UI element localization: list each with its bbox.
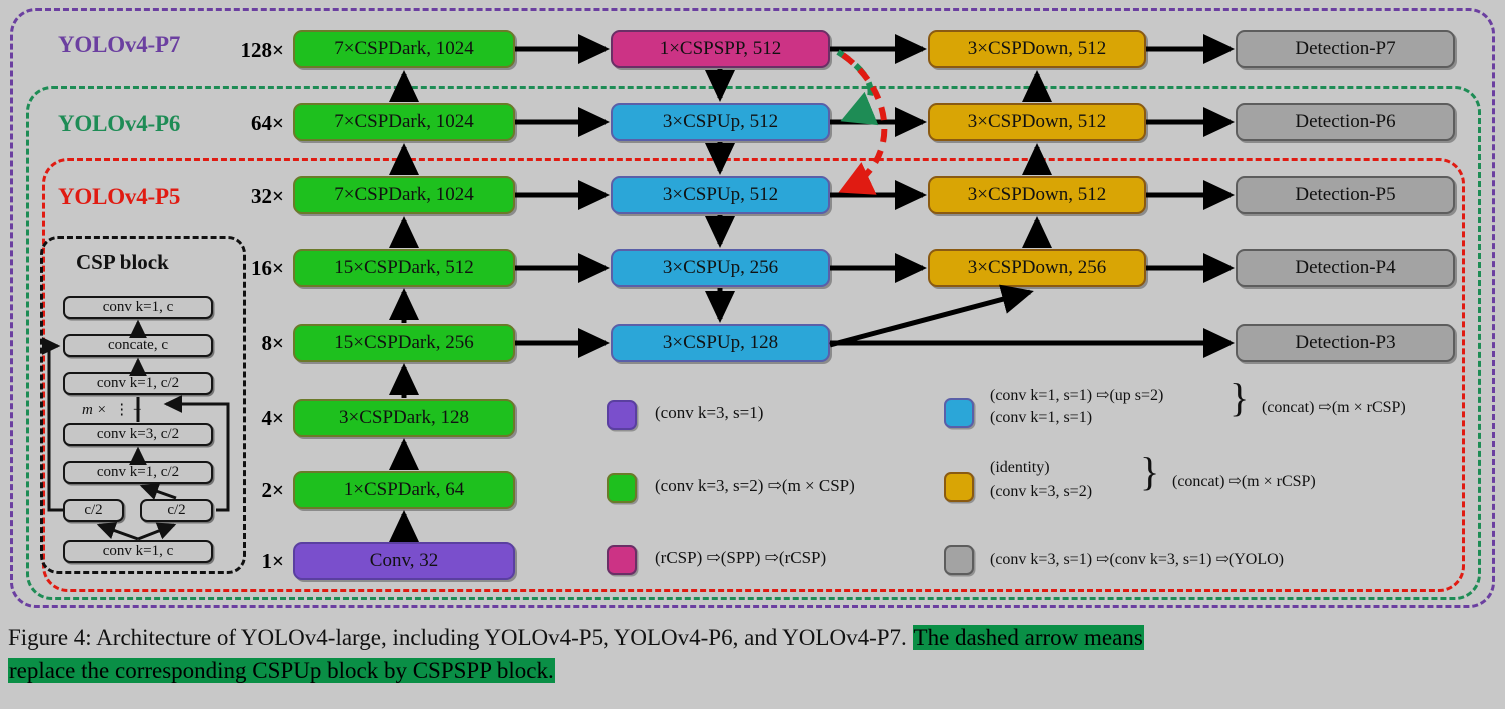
caption-plain-part: Figure 4: Architecture of YOLOv4-large, … xyxy=(8,625,913,650)
csp-block-title: CSP block xyxy=(76,250,169,274)
csp-block-panel xyxy=(40,236,246,574)
legend-brace-gold: } xyxy=(1140,449,1160,494)
legend-swatch-blue xyxy=(944,398,974,428)
neck-down-block-p4[interactable]: 3×CSPDown, 256 xyxy=(928,249,1146,287)
csp-row-conv-k1-c-top: conv k=1, c xyxy=(63,296,213,319)
figure-caption: Figure 4: Architecture of YOLOv4-large, … xyxy=(8,622,1500,687)
legend-swatch-grey xyxy=(944,545,974,575)
neck-up-block-cspup-p5[interactable]: 3×CSPUp, 512 xyxy=(611,176,830,214)
legend-text-gold-line2: (conv k=3, s=2) xyxy=(990,483,1093,500)
legend-swatch-green xyxy=(607,473,637,503)
scale-label-64x: 64× xyxy=(251,111,284,135)
legend-text-gold-line1: (identity) xyxy=(990,459,1050,476)
neck-up-block-cspspp[interactable]: 1×CSPSPP, 512 xyxy=(611,30,830,68)
neck-up-block-cspup-p3[interactable]: 3×CSPUp, 128 xyxy=(611,324,830,362)
csp-row-split-right: c/2 xyxy=(140,499,213,522)
legend-text-blue-line1: (conv k=1, s=1) ⇨(up s=2) xyxy=(990,387,1164,404)
legend-text-green: (conv k=3, s=2) ⇨(m × CSP) xyxy=(655,476,855,495)
detection-head-p4[interactable]: Detection-P4 xyxy=(1236,249,1455,287)
scale-label-32x: 32× xyxy=(251,184,284,208)
detection-head-p6[interactable]: Detection-P6 xyxy=(1236,103,1455,141)
backbone-block-conv32[interactable]: Conv, 32 xyxy=(293,542,515,580)
legend-swatch-gold xyxy=(944,472,974,502)
legend-swatch-magenta xyxy=(607,545,637,575)
backbone-block-2x[interactable]: 1×CSPDark, 64 xyxy=(293,471,515,509)
scope-label-yolov4-p6: YOLOv4-P6 xyxy=(58,111,181,136)
detection-head-p3[interactable]: Detection-P3 xyxy=(1236,324,1455,362)
scope-frame-yolov4-p5 xyxy=(42,158,1465,592)
neck-down-block-p5[interactable]: 3×CSPDown, 512 xyxy=(928,176,1146,214)
detection-head-p5[interactable]: Detection-P5 xyxy=(1236,176,1455,214)
legend-text-purple: (conv k=3, s=1) xyxy=(655,403,764,422)
csp-row-conv-k3-c2: conv k=3, c/2 xyxy=(63,423,213,446)
legend-text-gold-tail: (concat) ⇨(m × rCSP) xyxy=(1172,473,1316,490)
csp-row-conv-k1-c2-b: conv k=1, c/2 xyxy=(63,461,213,484)
caption-highlight-part-2: replace the corresponding CSPUp block by… xyxy=(8,657,555,683)
neck-down-block-p7[interactable]: 3×CSPDown, 512 xyxy=(928,30,1146,68)
backbone-block-4x[interactable]: 3×CSPDark, 128 xyxy=(293,399,515,437)
csp-repeat-marker: m × ⋮ + xyxy=(82,402,142,418)
scope-label-yolov4-p5: YOLOv4-P5 xyxy=(58,184,181,209)
backbone-block-p4[interactable]: 15×CSPDark, 512 xyxy=(293,249,515,287)
scale-label-128x: 128× xyxy=(240,38,284,62)
legend-swatch-purple xyxy=(607,400,637,430)
detection-head-p7[interactable]: Detection-P7 xyxy=(1236,30,1455,68)
backbone-block-p3[interactable]: 15×CSPDark, 256 xyxy=(293,324,515,362)
legend-brace-blue: } xyxy=(1230,375,1250,420)
backbone-block-p5[interactable]: 7×CSPDark, 1024 xyxy=(293,176,515,214)
neck-up-block-cspup-p4[interactable]: 3×CSPUp, 256 xyxy=(611,249,830,287)
backbone-block-p7[interactable]: 7×CSPDark, 1024 xyxy=(293,30,515,68)
csp-row-concate-c: concate, c xyxy=(63,334,213,357)
legend-text-magenta: (rCSP) ⇨(SPP) ⇨(rCSP) xyxy=(655,548,827,567)
backbone-block-p6[interactable]: 7×CSPDark, 1024 xyxy=(293,103,515,141)
caption-highlight-part-1: The dashed arrow means xyxy=(912,625,1144,650)
legend-text-grey: (conv k=3, s=1) ⇨(conv k=3, s=1) ⇨(YOLO) xyxy=(990,551,1284,568)
legend-text-blue-line2: (conv k=1, s=1) xyxy=(990,409,1093,426)
legend-text-blue-tail: (concat) ⇨(m × rCSP) xyxy=(1262,399,1406,416)
neck-up-block-cspup-p6[interactable]: 3×CSPUp, 512 xyxy=(611,103,830,141)
neck-down-block-p6[interactable]: 3×CSPDown, 512 xyxy=(928,103,1146,141)
csp-row-conv-k1-c-bot: conv k=1, c xyxy=(63,540,213,563)
scope-label-yolov4-p7: YOLOv4-P7 xyxy=(58,32,181,57)
csp-row-split-left: c/2 xyxy=(63,499,124,522)
csp-row-conv-k1-c2-a: conv k=1, c/2 xyxy=(63,372,213,395)
